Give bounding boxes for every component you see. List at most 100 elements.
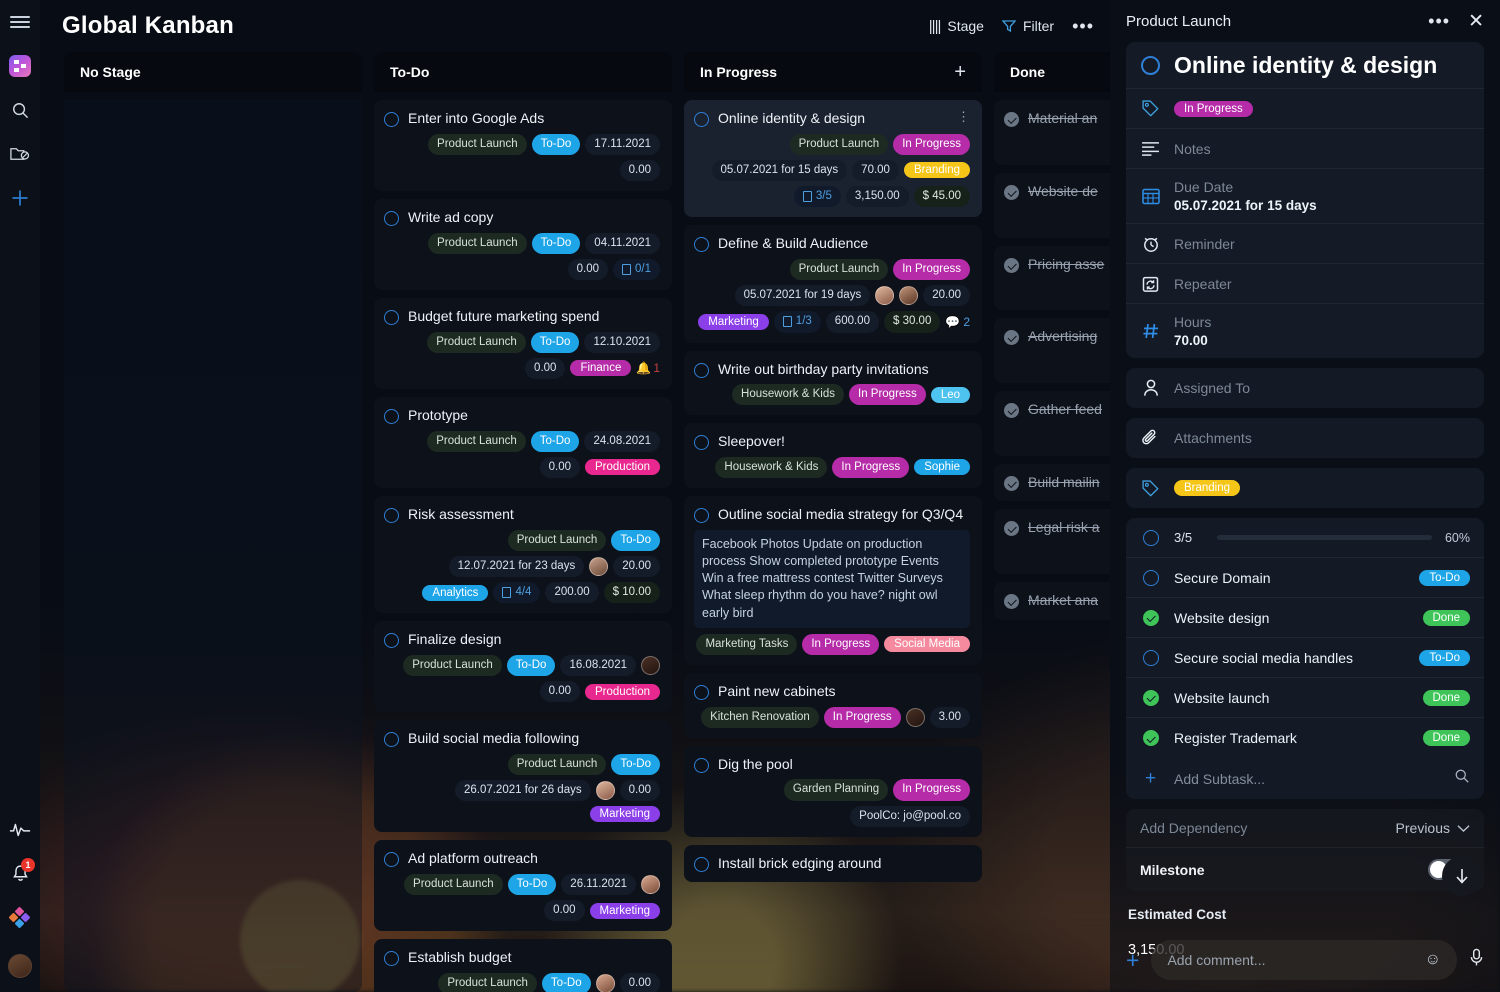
card-checkbox[interactable] [384, 112, 399, 127]
card-checkbox[interactable] [1004, 330, 1019, 346]
card-checkbox[interactable] [384, 310, 399, 325]
card-status-badge[interactable]: In Progress [893, 133, 970, 155]
task-card[interactable]: Risk assessment Product Launch To-Do 12.07.… [374, 496, 672, 614]
subtask-checkbox[interactable] [1140, 569, 1161, 586]
subtask-status-badge[interactable]: To-Do [1419, 649, 1470, 666]
task-card[interactable]: Define & Build Audience Product Launch In … [684, 225, 982, 343]
card-checkbox[interactable] [694, 757, 709, 773]
card-checkbox[interactable] [384, 409, 399, 424]
add-dependency-row[interactable]: Add Dependency Previous [1126, 809, 1484, 849]
task-card[interactable]: Dig the pool Garden Planning In Progress Po… [684, 745, 982, 837]
task-card[interactable]: Write out birthday party invitations Hous… [684, 350, 982, 416]
apps-icon[interactable] [0, 896, 40, 940]
activity-icon[interactable] [0, 808, 40, 852]
subtask-checkbox[interactable] [1140, 689, 1161, 706]
card-status-badge[interactable]: To-Do [530, 331, 580, 353]
empty-column-dropzone[interactable] [64, 100, 362, 992]
card-tag[interactable]: Sophie [914, 459, 970, 476]
subtask-status-badge[interactable]: Done [1422, 609, 1470, 626]
subtask-row[interactable]: Secure social media handles To-Do [1126, 638, 1484, 679]
card-tag[interactable]: Marketing [698, 313, 769, 330]
subtask-status-badge[interactable]: Done [1422, 730, 1470, 747]
task-card[interactable]: Online identity & design ⋮ Product Launch I… [684, 100, 982, 218]
task-card[interactable]: Establish budgetProduct LaunchTo-Do0.00M… [374, 939, 672, 992]
card-checkbox[interactable] [384, 633, 399, 649]
card-checkbox[interactable] [694, 237, 709, 253]
emoji-icon[interactable]: ☺ [1425, 951, 1441, 969]
task-card[interactable]: Outline social media strategy for Q3/Q4 F… [684, 496, 982, 665]
add-attachment-button[interactable]: + [1126, 948, 1139, 972]
subtask-status-badge[interactable]: Done [1422, 689, 1470, 706]
hours-row[interactable]: Hours 70.00 [1126, 304, 1484, 358]
card-checkbox[interactable] [1004, 403, 1019, 418]
subtask-search-icon[interactable] [1454, 768, 1470, 789]
card-checkbox[interactable] [1004, 475, 1019, 491]
progress-checkbox[interactable] [1140, 529, 1161, 546]
card-status-badge[interactable]: In Progress [832, 456, 910, 478]
card-checkbox[interactable] [1004, 594, 1019, 609]
scroll-down-button[interactable] [1442, 856, 1482, 896]
close-icon[interactable]: ✕ [1468, 12, 1484, 31]
board-more-button[interactable]: ••• [1072, 16, 1094, 37]
card-tag[interactable]: Leo [930, 386, 970, 403]
card-status-badge[interactable]: In Progress [893, 779, 970, 801]
task-card[interactable]: Build social media following Product Laun… [374, 720, 672, 833]
attachments-row[interactable]: Attachments [1126, 418, 1484, 458]
card-checkbox[interactable] [694, 435, 709, 451]
comment-input[interactable]: Add comment... ☺ [1151, 940, 1457, 980]
filter-button[interactable]: Filter [1001, 18, 1054, 34]
card-checkbox[interactable] [384, 508, 399, 523]
kanban-app-icon[interactable] [0, 44, 40, 88]
card-tag[interactable]: Analytics [422, 584, 489, 601]
task-card[interactable]: Prototype Product Launch To-Do 24.08.2021 0.… [374, 397, 672, 488]
assigned-to-row[interactable]: Assigned To [1126, 368, 1484, 408]
subtask-checkbox[interactable] [1140, 649, 1161, 666]
tag-badge[interactable]: Branding [1174, 480, 1241, 497]
task-card[interactable]: Finalize design Product Launch To-Do 16.08.… [374, 621, 672, 713]
tag-row[interactable]: Branding [1126, 468, 1484, 508]
card-tag[interactable]: Branding [903, 162, 970, 179]
subtask-row[interactable]: Website launch Done [1126, 678, 1484, 719]
search-icon[interactable] [0, 88, 40, 132]
subtask-checkbox[interactable] [1140, 730, 1161, 747]
dependency-direction-select[interactable]: Previous [1396, 820, 1470, 836]
profile-avatar[interactable] [0, 940, 40, 992]
subtask-status-badge[interactable]: To-Do [1419, 569, 1470, 586]
task-card[interactable]: Enter into Google Ads Product Launch To-Do… [374, 100, 672, 191]
card-checkbox[interactable] [694, 685, 709, 700]
subtask-checkbox[interactable] [1140, 609, 1161, 626]
task-card[interactable]: Paint new cabinets Kitchen Renovation In P… [684, 673, 982, 738]
card-checkbox[interactable] [384, 852, 399, 868]
repeater-row[interactable]: Repeater [1126, 264, 1484, 305]
task-status-row[interactable]: In Progress [1126, 89, 1484, 130]
subtask-row[interactable]: Website design Done [1126, 598, 1484, 639]
add-subtask-row[interactable]: + Add Subtask... [1126, 758, 1484, 799]
assigned-to-group[interactable]: Assigned To [1126, 368, 1484, 409]
card-checkbox[interactable] [694, 112, 709, 127]
card-checkbox[interactable] [1004, 184, 1019, 200]
card-checkbox[interactable] [694, 362, 709, 378]
card-status-badge[interactable]: In Progress [893, 258, 970, 280]
folder-icon[interactable] [0, 132, 40, 176]
task-checkbox[interactable] [1140, 55, 1161, 75]
notes-row[interactable]: Notes [1126, 129, 1484, 170]
card-tag[interactable]: Marketing [589, 806, 660, 823]
task-title-row[interactable]: Online identity & design [1126, 42, 1484, 90]
task-card[interactable]: Install brick edging around [684, 844, 982, 883]
card-checkbox[interactable] [1004, 112, 1019, 127]
card-menu-icon[interactable]: ⋮ [953, 110, 970, 123]
milestone-row[interactable]: Milestone [1126, 848, 1484, 891]
subtask-row[interactable]: Secure Domain To-Do [1126, 558, 1484, 599]
card-status-badge[interactable]: To-Do [531, 232, 581, 254]
card-checkbox[interactable] [1004, 521, 1019, 537]
task-card[interactable]: Ad platform outreach Product Launch To-Do 2… [374, 840, 672, 932]
card-status-badge[interactable]: In Progress [823, 706, 901, 728]
card-status-badge[interactable]: To-Do [541, 972, 591, 992]
card-status-badge[interactable]: In Progress [802, 633, 880, 655]
card-status-badge[interactable]: In Progress [849, 384, 926, 406]
card-tag[interactable]: Production [585, 683, 660, 700]
card-status-badge[interactable]: To-Do [506, 654, 556, 676]
card-checkbox[interactable] [384, 732, 399, 748]
card-checkbox[interactable] [384, 951, 399, 967]
card-tag[interactable]: Marketing [589, 902, 660, 919]
